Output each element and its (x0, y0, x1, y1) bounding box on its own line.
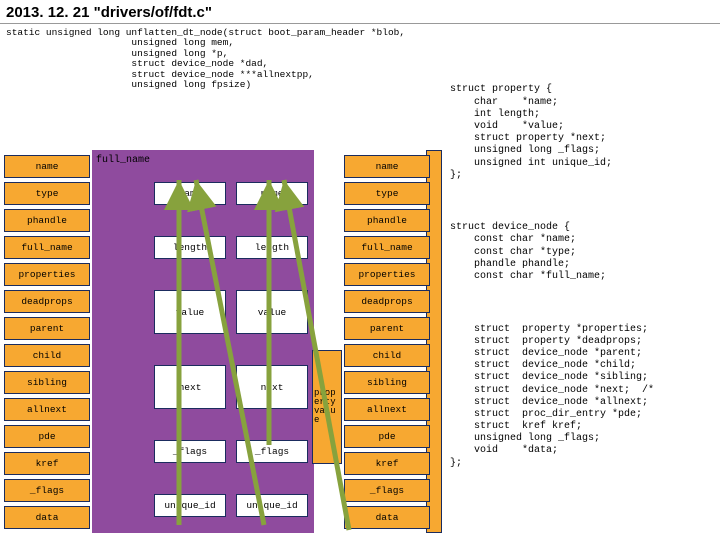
page-title: 2013. 12. 21 "drivers/of/fdt.c" (0, 0, 720, 24)
node-field: _flags (344, 479, 430, 502)
node-field: deadprops (4, 290, 90, 313)
prop-field: length (236, 236, 308, 259)
struct-property: struct property { char *name; int length… (450, 84, 710, 182)
property-value-box: property value (312, 350, 342, 464)
code-sidebar: struct property { char *name; int length… (450, 60, 710, 498)
prop-field: next (236, 365, 308, 409)
device-node-col-b: name type phandle full_name properties d… (344, 155, 430, 533)
node-field: child (4, 344, 90, 367)
prop-field: name (154, 182, 226, 205)
node-field: properties (4, 263, 90, 286)
struct-device-node-top: struct device_node { const char *name; c… (450, 222, 710, 283)
fullname-label: full_name (96, 155, 150, 166)
node-field: sibling (344, 371, 430, 394)
node-field: data (4, 506, 90, 529)
node-field: type (344, 182, 430, 205)
property-col-a: name length value next _flags unique_id (154, 155, 226, 533)
node-field: _flags (4, 479, 90, 502)
node-field: type (4, 182, 90, 205)
diagram: name type phandle full_name properties d… (4, 155, 424, 533)
device-node-col-a: name type phandle full_name properties d… (4, 155, 90, 533)
node-field: allnext (344, 398, 430, 421)
node-field: name (4, 155, 90, 178)
node-field: sibling (4, 371, 90, 394)
struct-device-node-bottom: struct property *properties; struct prop… (450, 324, 710, 470)
node-field: full_name (344, 236, 430, 259)
prop-field: next (154, 365, 226, 409)
prop-field: unique_id (236, 494, 308, 517)
node-field: name (344, 155, 430, 178)
node-field: kref (344, 452, 430, 475)
node-field: kref (4, 452, 90, 475)
node-field: phandle (344, 209, 430, 232)
node-field: allnext (4, 398, 90, 421)
prop-field: _flags (236, 440, 308, 463)
node-field: deadprops (344, 290, 430, 313)
node-field: parent (4, 317, 90, 340)
prop-field: value (154, 290, 226, 334)
prop-field: value (236, 290, 308, 334)
prop-field: name (236, 182, 308, 205)
node-field: full_name (4, 236, 90, 259)
node-field: data (344, 506, 430, 529)
prop-field: length (154, 236, 226, 259)
node-field: parent (344, 317, 430, 340)
node-field: child (344, 344, 430, 367)
node-field: pde (344, 425, 430, 448)
property-col-b: name length value next _flags unique_id (236, 155, 308, 533)
node-field: pde (4, 425, 90, 448)
prop-field: unique_id (154, 494, 226, 517)
node-field: phandle (4, 209, 90, 232)
prop-field: _flags (154, 440, 226, 463)
node-field: properties (344, 263, 430, 286)
